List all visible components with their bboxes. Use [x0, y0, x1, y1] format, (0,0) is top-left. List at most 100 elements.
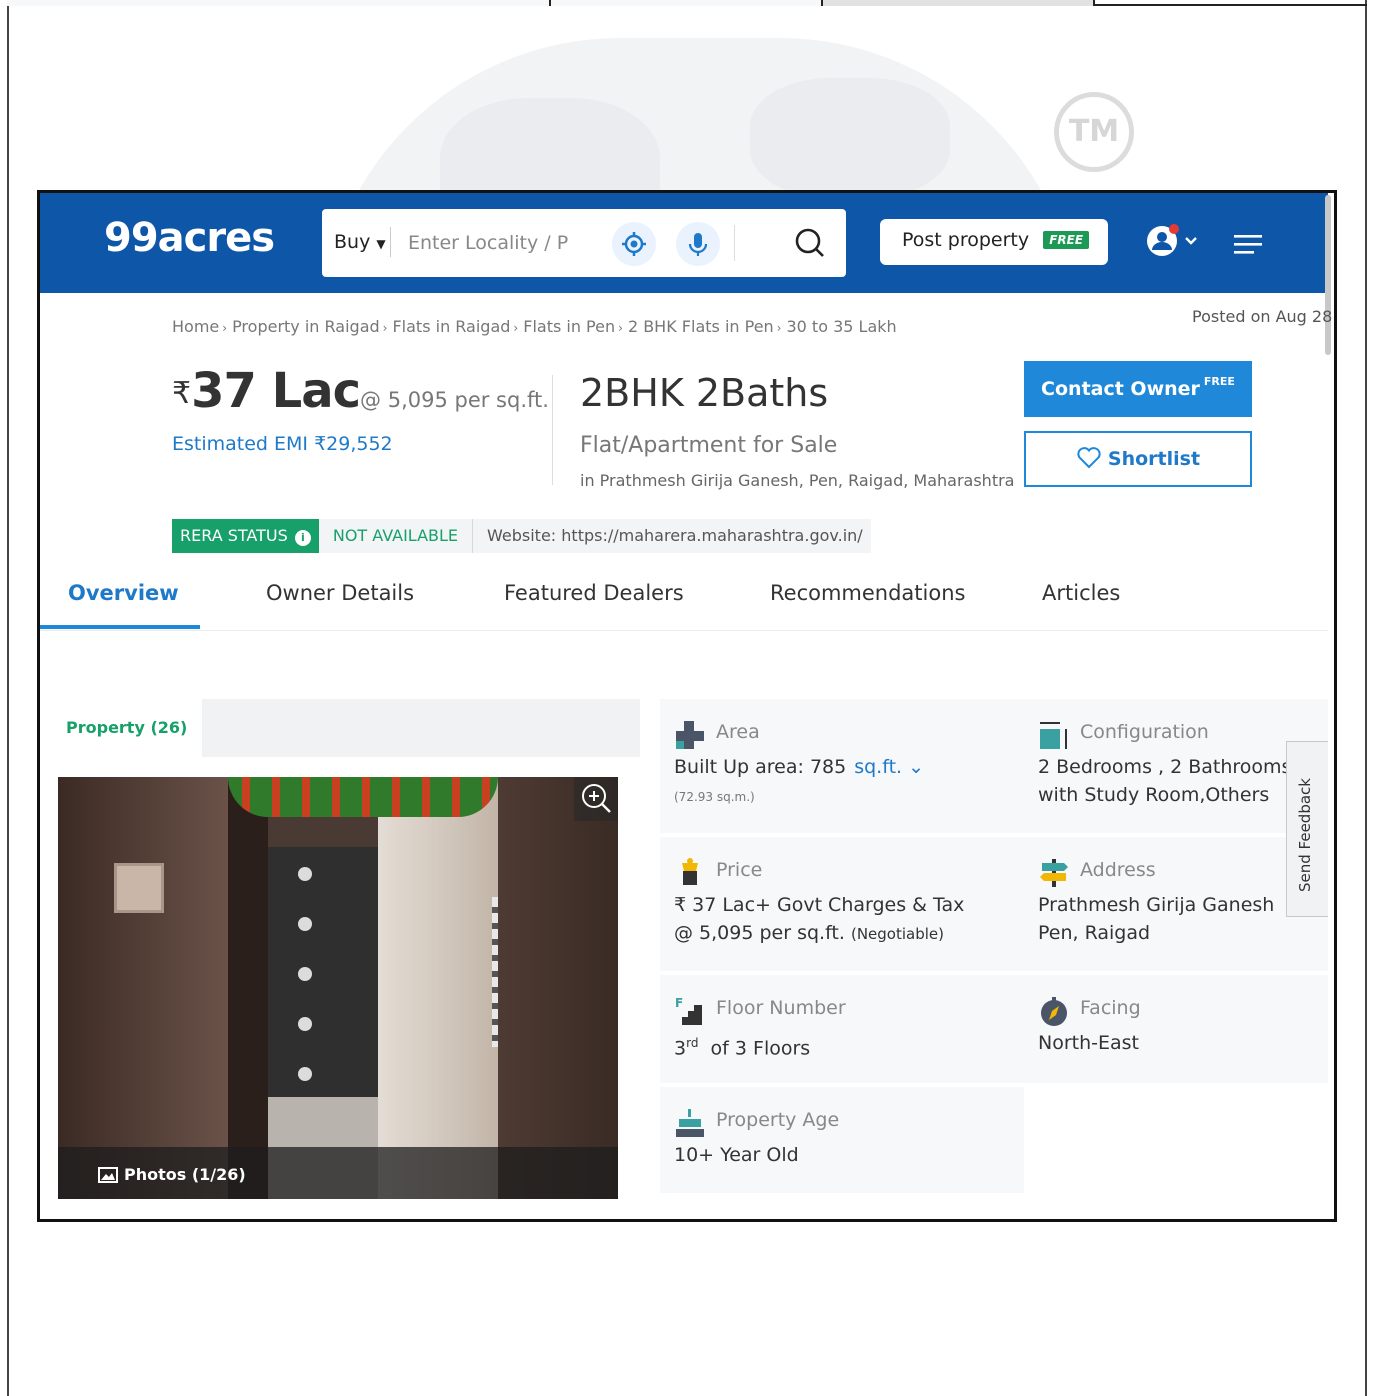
configuration-label: Configuration — [1080, 721, 1209, 743]
breadcrumb-flats-pen[interactable]: Flats in Pen — [523, 317, 615, 336]
breadcrumb-flats-raigad[interactable]: Flats in Raigad — [392, 317, 510, 336]
search-mode-label: Buy — [334, 231, 371, 253]
negotiable-tag: (Negotiable) — [850, 925, 944, 943]
send-feedback-button[interactable]: Send Feedback — [1286, 741, 1328, 917]
breadcrumb-property-raigad[interactable]: Property in Raigad — [232, 317, 380, 336]
user-menu[interactable] — [1144, 221, 1204, 261]
svg-text:F: F — [675, 996, 683, 1010]
microphone-icon — [688, 233, 708, 256]
tab-owner-details[interactable]: Owner Details — [266, 581, 414, 605]
detail-floor: F Floor Number 3rd of 3 Floors — [660, 975, 1024, 1083]
detail-facing: Facing North-East — [1024, 975, 1328, 1083]
shortlist-label: Shortlist — [1107, 448, 1201, 470]
tab-articles[interactable]: Articles — [1042, 581, 1120, 605]
breadcrumb-home[interactable]: Home — [172, 317, 219, 336]
site-logo[interactable]: 99acres — [104, 215, 275, 261]
section-tabs: Overview Owner Details Featured Dealers … — [40, 567, 1328, 631]
configuration-value: 2 Bedrooms , 2 Bathrooms with Study Room,… — [1038, 753, 1291, 809]
price-value: ₹ 37 Lac+ Govt Charges & Tax @ 5,095 per … — [674, 891, 964, 948]
voice-search-button[interactable] — [676, 222, 720, 266]
photo-counter-label: Photos (1/26) — [124, 1165, 246, 1184]
strip-cell — [551, 0, 823, 6]
area-sqm: (72.93 sq.m.) — [674, 790, 755, 804]
area-label: Area — [716, 721, 760, 743]
rera-status-value: NOT AVAILABLE — [318, 519, 474, 553]
table-top-strip — [7, 0, 1367, 6]
property-details-grid: Area Built Up area: 785 sq.ft. ⌄ (72.93 sq… — [660, 699, 1328, 1219]
unit-label: sq.ft. — [854, 756, 903, 778]
listing-title: 2BHK 2Baths — [580, 371, 829, 415]
location-button[interactable] — [612, 222, 656, 266]
chevron-down-icon: ▼ — [376, 237, 386, 251]
floor-suffix: rd — [686, 1036, 699, 1050]
unit-selector[interactable]: sq.ft. ⌄ — [854, 756, 924, 778]
tab-recommendations[interactable]: Recommendations — [770, 581, 965, 605]
strip-cell — [823, 0, 1095, 6]
signpost-icon — [1040, 859, 1068, 887]
tab-featured-dealers[interactable]: Featured Dealers — [504, 581, 684, 605]
listing-location: in Prathmesh Girija Ganesh, Pen, Raigad,… — [580, 471, 1015, 490]
info-icon[interactable]: i — [294, 530, 311, 546]
photo-counter[interactable]: Photos (1/26) — [98, 1165, 246, 1184]
price-per-sqft: @ 5,095 per sq.ft. — [360, 388, 549, 412]
free-badge: FREE — [1043, 231, 1090, 249]
rera-status-bar: RERA STATUS i NOT AVAILABLE Website: htt… — [172, 519, 871, 553]
search-input[interactable] — [408, 227, 588, 259]
facing-label: Facing — [1080, 997, 1141, 1019]
gallery-tabs: Property (26) — [40, 699, 640, 757]
area-value: Built Up area: 785 sq.ft. ⌄ (72.93 sq.m.) — [674, 753, 924, 811]
rera-website[interactable]: Website: https://maharera.maharashtra.go… — [473, 519, 871, 553]
posted-date: Posted on Aug 28 — [1192, 307, 1333, 326]
zoom-in-icon — [582, 784, 611, 813]
configuration-extra: with Study Room,Others — [1038, 784, 1270, 806]
garland-decoration — [228, 777, 498, 817]
price-block: ₹37 Lac@ 5,095 per sq.ft. — [172, 363, 549, 419]
tab-overview[interactable]: Overview — [68, 581, 179, 605]
rera-status-label: RERA STATUS i — [172, 519, 319, 553]
currency-symbol: ₹ — [172, 376, 192, 411]
property-photo[interactable]: Photos (1/26) — [58, 777, 618, 1199]
user-account-icon — [1147, 224, 1197, 256]
shortlist-button[interactable]: Shortlist — [1024, 431, 1252, 487]
price-label: Price — [716, 859, 763, 881]
estimated-emi-link[interactable]: Estimated EMI ₹29,552 — [172, 433, 393, 455]
breadcrumb-2bhk-pen[interactable]: 2 BHK Flats in Pen — [628, 317, 774, 336]
total-floors: of 3 Floors — [710, 1037, 811, 1060]
search-mode-dropdown[interactable]: Buy ▼ — [334, 231, 386, 253]
detail-property-age: Property Age 10+ Year Old — [660, 1087, 1024, 1193]
search-button[interactable] — [790, 223, 830, 263]
hamburger-menu-button[interactable] — [1234, 233, 1264, 255]
search-bar: Buy ▼ — [322, 209, 846, 277]
active-tab-indicator — [40, 625, 200, 629]
price-total: ₹ 37 Lac+ Govt Charges & Tax — [674, 894, 965, 916]
strip-cell — [7, 0, 551, 6]
site-header: 99acres Buy ▼ Post property FREE — [40, 193, 1328, 293]
cake-icon — [676, 1109, 704, 1137]
listing-subtitle: Flat/Apartment for Sale — [580, 433, 838, 458]
detail-price: Price ₹ 37 Lac+ Govt Charges & Tax @ 5,09… — [660, 837, 1024, 971]
contact-owner-label: Contact Owner — [1041, 378, 1200, 400]
photo-gallery: Property (26) Photos (1/26) — [40, 699, 640, 1219]
post-property-button[interactable]: Post property FREE — [880, 219, 1108, 265]
breadcrumb-price-range[interactable]: 30 to 35 Lakh — [786, 317, 896, 336]
built-up-area: Built Up area: 785 — [674, 756, 847, 778]
detail-area: Area Built Up area: 785 sq.ft. ⌄ (72.93 sq… — [660, 699, 1024, 833]
gallery-tab-property[interactable]: Property (26) — [40, 699, 202, 757]
address-label: Address — [1080, 859, 1156, 881]
free-badge: FREE — [1203, 375, 1235, 388]
property-age-value: 10+ Year Old — [674, 1144, 799, 1166]
floor-label: Floor Number — [716, 997, 846, 1019]
floor-number: 3 — [674, 1037, 687, 1060]
zoom-button[interactable] — [574, 777, 618, 821]
address-line-2: Pen, Raigad — [1038, 922, 1151, 944]
send-feedback-label: Send Feedback — [1296, 778, 1314, 892]
post-property-label: Post property — [902, 229, 1030, 251]
floor-value: 3rd of 3 Floors — [674, 1029, 810, 1062]
detail-address: Address Prathmesh Girija Ganesh Pen, Raig… — [1024, 837, 1328, 971]
floor-icon: F — [675, 996, 702, 1025]
contact-owner-button[interactable]: Contact Owner FREE — [1024, 361, 1252, 417]
area-icon — [676, 721, 704, 749]
page-scrollbar[interactable] — [1325, 195, 1331, 355]
switchboard — [114, 863, 164, 913]
compass-icon — [1041, 997, 1067, 1026]
